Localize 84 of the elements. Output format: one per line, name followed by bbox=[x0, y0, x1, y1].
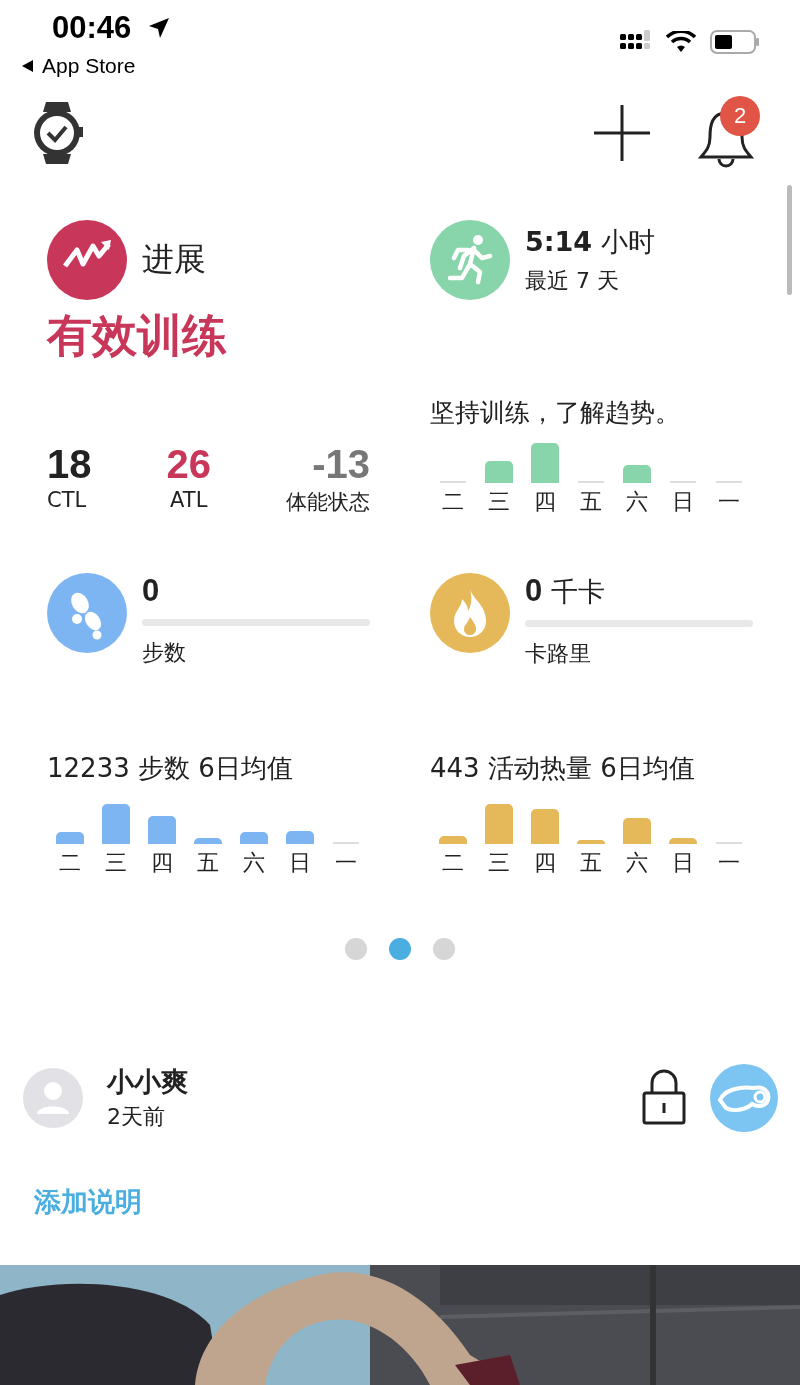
chart-bar bbox=[439, 836, 467, 844]
page-dot[interactable] bbox=[389, 938, 411, 960]
day-label: 六 bbox=[625, 849, 649, 877]
day-label: 五 bbox=[196, 849, 220, 877]
training-duration: 5:14 小时 bbox=[525, 225, 655, 259]
day-label: 一 bbox=[334, 849, 358, 877]
clock-time: 00:46 bbox=[52, 10, 132, 46]
empty-bar-line bbox=[440, 481, 466, 483]
empty-bar-line bbox=[670, 481, 696, 483]
user-name: 小小爽 bbox=[107, 1065, 189, 1099]
chart-bar bbox=[240, 832, 268, 844]
metric-label: CTL bbox=[47, 488, 87, 512]
goggles-icon bbox=[710, 1064, 778, 1132]
metric-value: 18 bbox=[47, 442, 92, 486]
post-time: 2天前 bbox=[107, 1103, 166, 1131]
metric-label: 体能状态 bbox=[286, 489, 370, 516]
day-label: 四 bbox=[150, 849, 174, 877]
chart-bar bbox=[148, 816, 176, 844]
chart-bar bbox=[531, 808, 559, 844]
avatar-icon bbox=[23, 1068, 83, 1128]
empty-bar-line bbox=[333, 842, 359, 844]
chart-bar bbox=[623, 818, 651, 844]
chart-bar bbox=[623, 465, 651, 483]
metric-label: ATL bbox=[170, 488, 208, 512]
location-arrow-icon bbox=[148, 17, 170, 39]
day-label: 二 bbox=[441, 488, 465, 516]
metric-value: 26 bbox=[166, 442, 211, 486]
running-figure-icon bbox=[430, 220, 510, 300]
day-label: 五 bbox=[579, 488, 603, 516]
day-label: 日 bbox=[671, 488, 695, 516]
day-label: 六 bbox=[625, 488, 649, 516]
chart-bar bbox=[102, 804, 130, 844]
meter-label: 步数 bbox=[142, 639, 187, 667]
empty-bar-line bbox=[578, 481, 604, 483]
day-label: 一 bbox=[717, 488, 741, 516]
back-link[interactable]: App Store bbox=[20, 54, 136, 78]
chart-bar bbox=[669, 838, 697, 844]
watch-check-icon bbox=[32, 99, 84, 166]
day-label: 三 bbox=[104, 849, 128, 877]
chart-bar bbox=[577, 840, 605, 844]
day-label: 五 bbox=[579, 849, 603, 877]
day-label: 六 bbox=[242, 849, 266, 877]
day-label: 一 bbox=[717, 849, 741, 877]
meter-value: 0 bbox=[142, 573, 161, 609]
meter-value: 0 千卡 bbox=[525, 573, 606, 610]
page-dot[interactable] bbox=[345, 938, 367, 960]
average-label: 12233 步数 6日均值 bbox=[47, 752, 294, 785]
day-label: 四 bbox=[533, 488, 557, 516]
chart-bar bbox=[485, 461, 513, 483]
average-label: 443 活动热量 6日均值 bbox=[430, 752, 696, 785]
add-caption-link[interactable]: 添加说明 bbox=[34, 1184, 800, 1220]
chart-bar bbox=[485, 804, 513, 844]
training-status: 有效训练 bbox=[47, 308, 228, 364]
flame-icon bbox=[430, 573, 510, 653]
add-button[interactable] bbox=[594, 104, 650, 164]
chart-bar bbox=[56, 832, 84, 844]
wifi-icon bbox=[666, 31, 696, 53]
notifications-button[interactable]: 2 bbox=[690, 96, 762, 172]
period-label: 最近 7 天 bbox=[525, 267, 620, 295]
notification-badge: 2 bbox=[720, 96, 760, 136]
footprints-icon bbox=[47, 573, 127, 653]
day-label: 四 bbox=[533, 849, 557, 877]
empty-bar-line bbox=[716, 481, 742, 483]
chart-bar bbox=[531, 443, 559, 483]
plus-icon bbox=[594, 104, 650, 161]
empty-bar-line bbox=[716, 842, 742, 844]
padlock-icon bbox=[642, 1068, 686, 1125]
section-title: 进展 bbox=[142, 239, 206, 280]
battery-icon bbox=[710, 30, 760, 54]
trend-message: 坚持训练，了解趋势。 bbox=[430, 397, 681, 429]
progress-zigzag-icon bbox=[47, 220, 127, 300]
metric-value: -13 bbox=[312, 442, 370, 486]
day-label: 二 bbox=[58, 849, 82, 877]
day-label: 三 bbox=[487, 849, 511, 877]
day-label: 日 bbox=[288, 849, 312, 877]
day-label: 日 bbox=[671, 849, 695, 877]
chart-bar bbox=[194, 838, 222, 844]
chart-bar bbox=[286, 830, 314, 844]
meter-label: 卡路里 bbox=[525, 640, 592, 668]
day-label: 二 bbox=[441, 849, 465, 877]
back-triangle-icon bbox=[20, 59, 34, 73]
privacy-button[interactable] bbox=[642, 1068, 686, 1128]
day-label: 三 bbox=[487, 488, 511, 516]
page-dot[interactable] bbox=[433, 938, 455, 960]
